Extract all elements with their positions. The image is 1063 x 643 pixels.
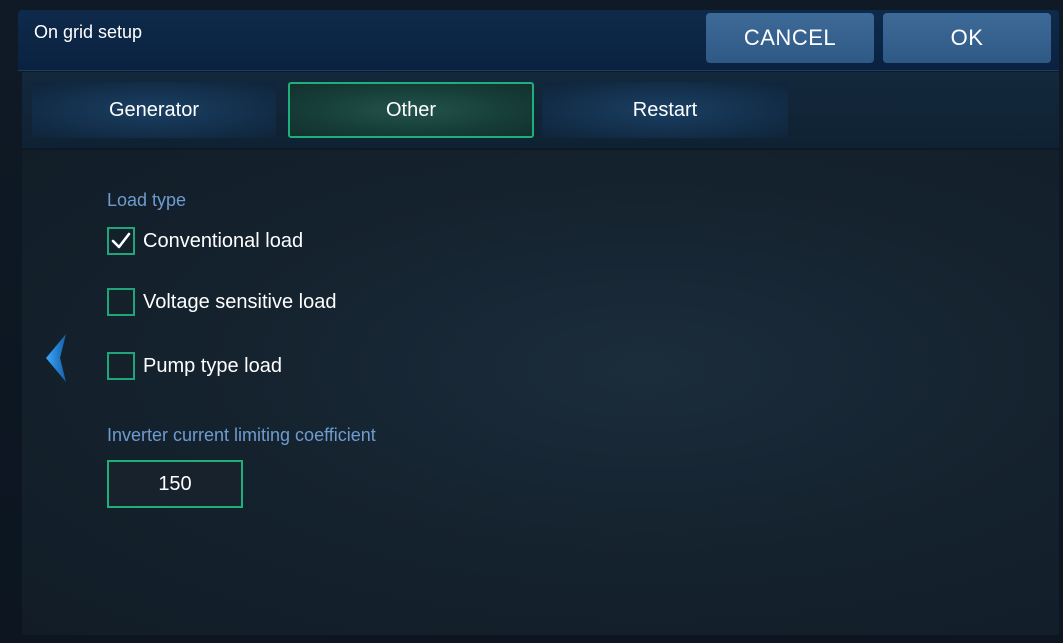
pump-type-load-checkbox[interactable] bbox=[107, 352, 135, 380]
tab-bar: Generator Other Restart bbox=[22, 72, 1059, 148]
checkmark-icon bbox=[111, 232, 131, 249]
cancel-button[interactable]: CANCEL bbox=[706, 13, 874, 63]
pump-type-load-option[interactable]: Pump type load bbox=[107, 352, 282, 380]
inverter-coefficient-label: Inverter current limiting coefficient bbox=[107, 425, 376, 445]
conventional-load-option[interactable]: Conventional load bbox=[107, 227, 303, 255]
tab-generator[interactable]: Generator bbox=[32, 82, 276, 138]
voltage-sensitive-load-checkbox[interactable] bbox=[107, 288, 135, 316]
chevron-left-icon[interactable] bbox=[36, 328, 76, 388]
conventional-load-checkbox[interactable] bbox=[107, 227, 135, 255]
ok-button[interactable]: OK bbox=[883, 13, 1051, 63]
tab-other[interactable]: Other bbox=[288, 82, 534, 138]
content-panel: Load type Conventional load Voltage sens… bbox=[22, 150, 1059, 635]
tab-restart[interactable]: Restart bbox=[542, 82, 788, 138]
voltage-sensitive-load-option[interactable]: Voltage sensitive load bbox=[107, 288, 336, 316]
conventional-load-label: Conventional load bbox=[143, 229, 304, 252]
inverter-coefficient-input[interactable]: 150 bbox=[107, 460, 243, 508]
pump-type-load-label: Pump type load bbox=[143, 354, 282, 377]
voltage-sensitive-load-label: Voltage sensitive load bbox=[143, 290, 337, 313]
on-grid-setup-screen: On grid setup CANCEL OK Generator Other … bbox=[0, 0, 1063, 643]
load-type-label: Load type bbox=[107, 190, 187, 210]
header-bar: On grid setup CANCEL OK bbox=[18, 10, 1059, 71]
page-title: On grid setup bbox=[34, 22, 143, 42]
